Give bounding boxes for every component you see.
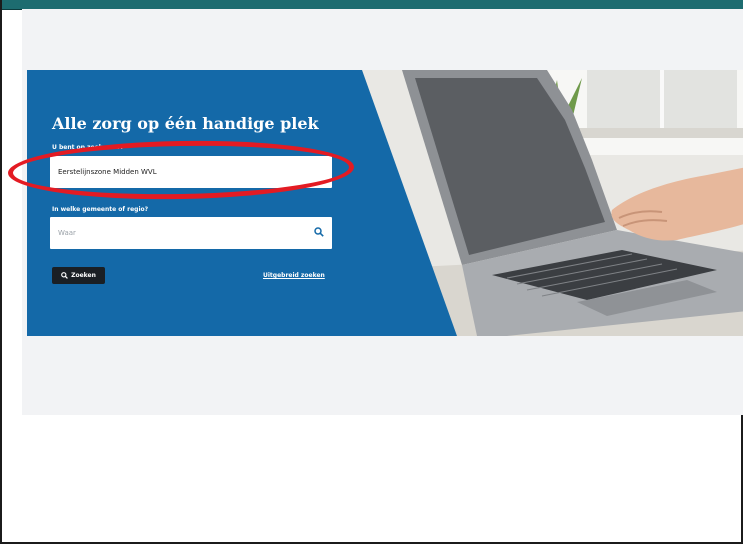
hero-blue-panel (27, 70, 457, 336)
search-icon[interactable] (314, 227, 324, 237)
screenshot-frame: Alle zorg op één handige plek U bent op … (0, 0, 743, 544)
search-icon (61, 272, 69, 279)
hero-title: Alle zorg op één handige plek (52, 114, 319, 133)
search-button[interactable]: Zoeken (52, 267, 105, 284)
search-button-label: Zoeken (71, 272, 96, 279)
hero-banner: Alle zorg op één handige plek U bent op … (27, 70, 743, 336)
location-input-placeholder: Waar (58, 229, 76, 237)
advanced-search-link[interactable]: Uitgebreid zoeken (263, 272, 325, 279)
location-input[interactable]: Waar (50, 217, 332, 249)
location-label: In welke gemeente of regio? (52, 206, 149, 213)
